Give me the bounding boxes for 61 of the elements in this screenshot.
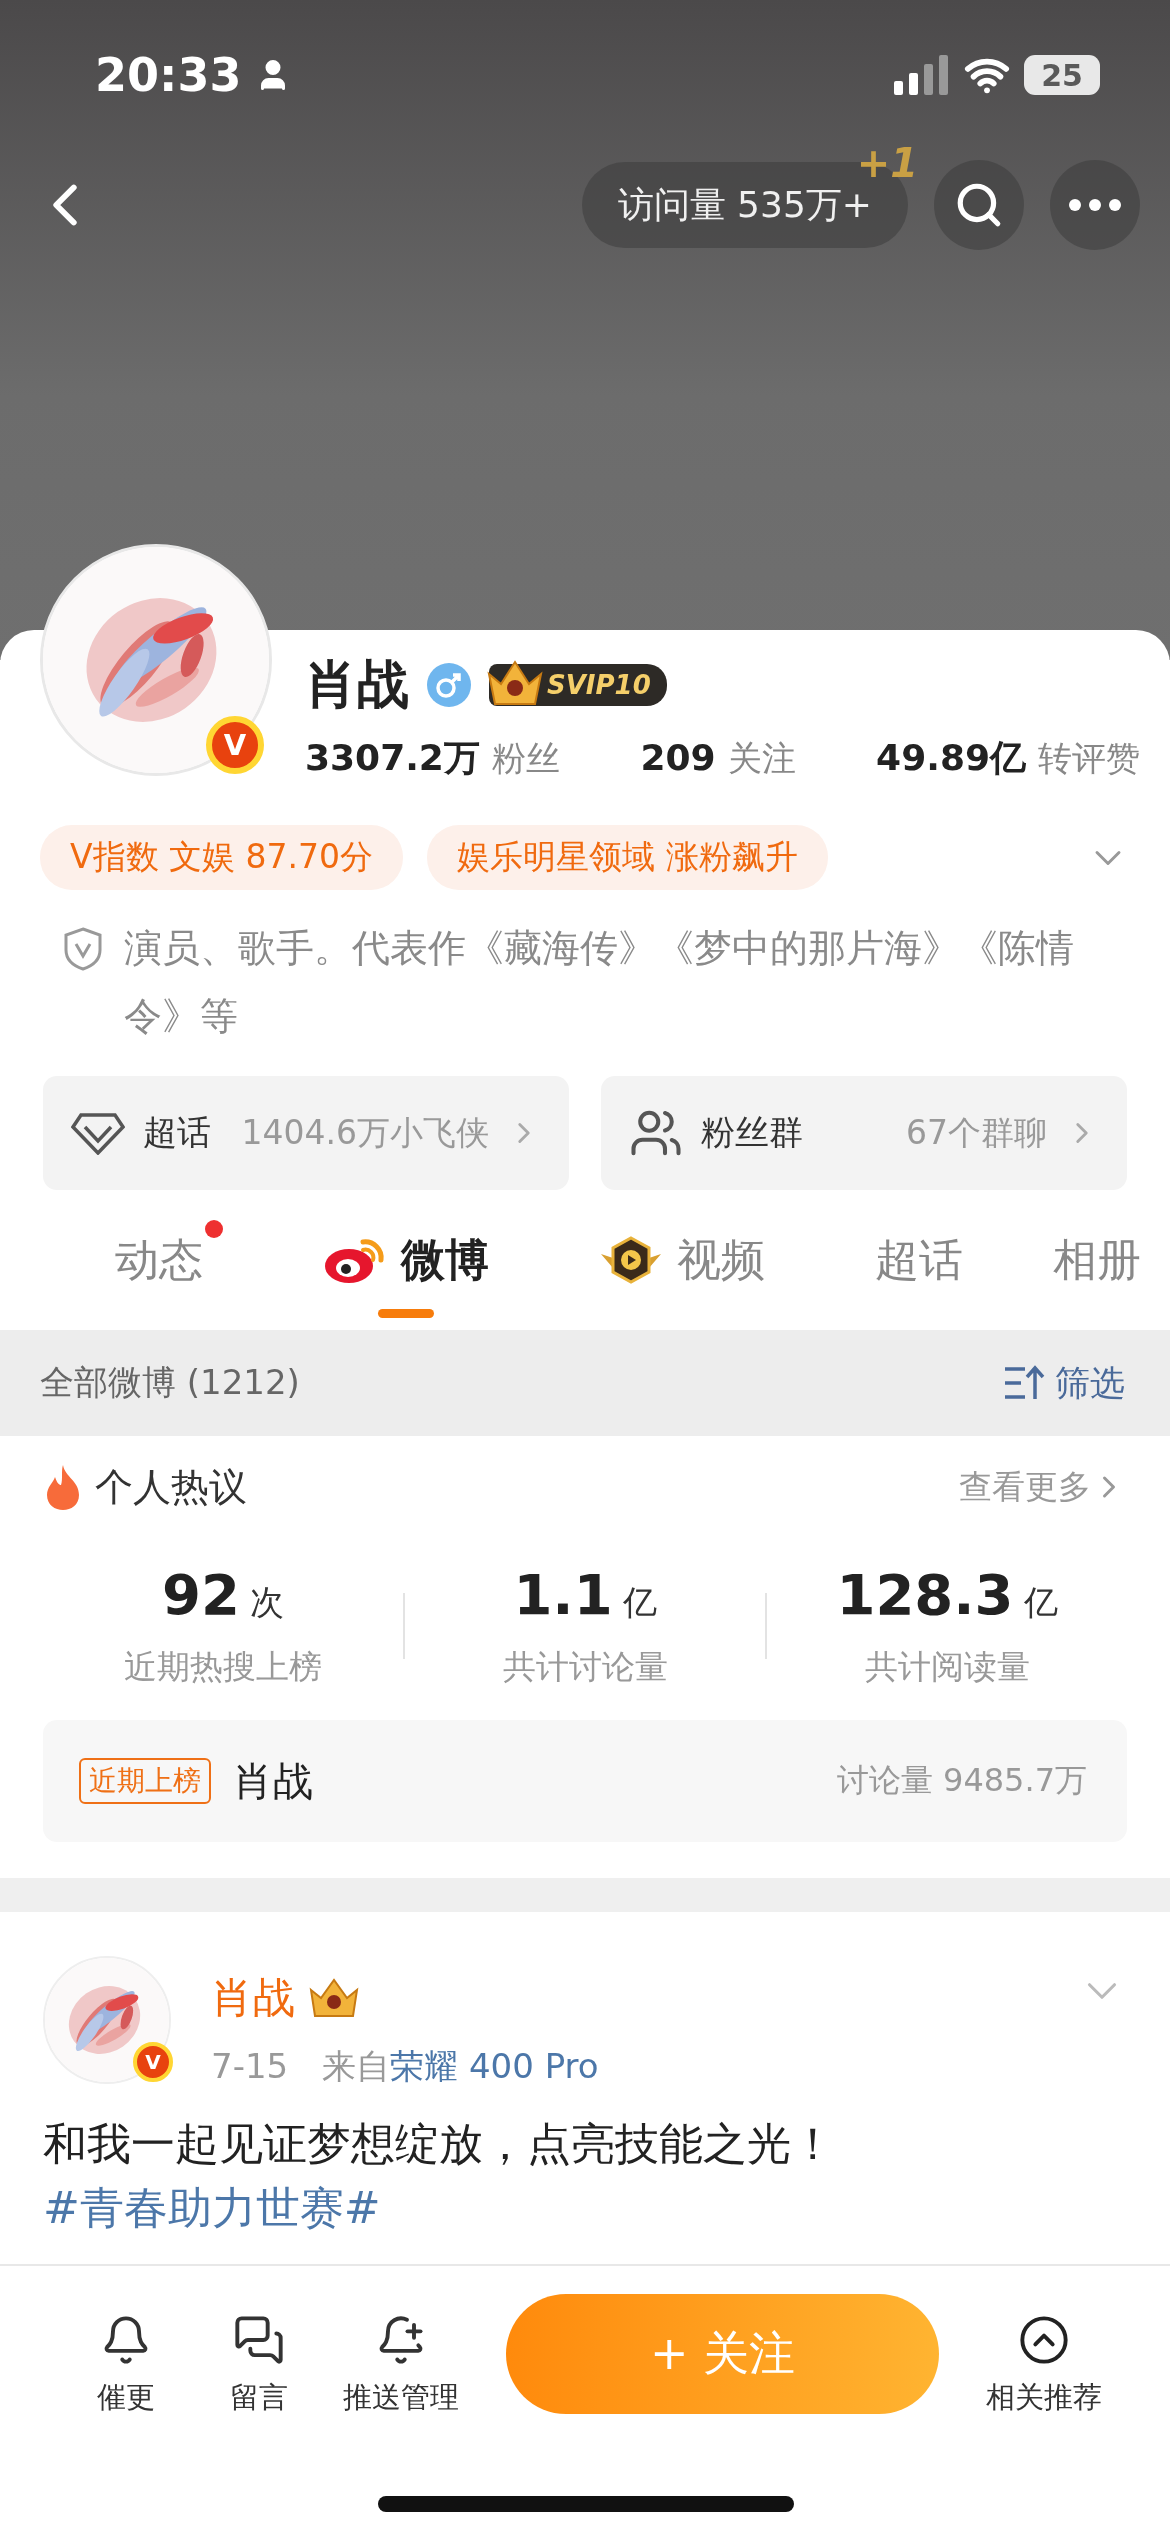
profile-tab[interactable]: 相册 <box>1053 1190 1141 1330</box>
trending-topic: 肖战 <box>233 1756 313 1806</box>
toolbar-action[interactable]: 留言 <box>192 2294 325 2418</box>
discussion-count: 讨论量 9485.7万 <box>836 1760 1087 1801</box>
post-text: 和我一起见证梦想绽放，点亮技能之光！ #青春助力世赛# <box>43 2117 836 2235</box>
profile-tag[interactable]: V指数 文娱 87.70分 <box>40 825 404 890</box>
stat-value: 49.89亿 <box>876 737 1026 778</box>
card-title: 超话 <box>143 1111 211 1154</box>
recommend-action[interactable]: 相关推荐 <box>968 2294 1120 2418</box>
battery-indicator: 25 <box>1024 55 1100 95</box>
profile-tab[interactable]: 视频 <box>599 1190 765 1330</box>
status-time: 20:33 <box>95 48 242 102</box>
card-detail: 67个群聊 <box>906 1111 1047 1154</box>
stat-label: 关注 <box>727 738 796 778</box>
stat-label: 共计讨论量 <box>502 1646 668 1688</box>
verified-badge: V <box>133 2042 173 2082</box>
stat-label: 粉丝 <box>491 738 560 778</box>
see-more-link[interactable]: 查看更多 <box>959 1464 1127 1510</box>
fan-group-card[interactable]: 粉丝群 67个群聊 <box>601 1076 1127 1190</box>
stat-label: 转评赞 <box>1038 738 1140 778</box>
stat-number: 128.3 <box>836 1562 1014 1627</box>
bio-text: 演员、歌手。代表作《藏海传》《梦中的那片海》《陈情令》等 <box>124 925 1075 1040</box>
shield-icon <box>62 926 104 972</box>
section-title: 个人热议 <box>95 1463 247 1511</box>
card-detail: 1404.6万小飞侠 <box>241 1111 489 1154</box>
card-title: 粉丝群 <box>701 1111 803 1154</box>
chat-icon <box>232 2314 285 2366</box>
toolbar-action[interactable]: 催更 <box>60 2294 193 2418</box>
stat-label: 共计阅读量 <box>864 1646 1030 1688</box>
stat-unit: 亿 <box>1023 1582 1058 1622</box>
stat-number: 1.1 <box>513 1562 613 1627</box>
stat-value: 209 <box>640 737 716 778</box>
chevron-up-circle-icon <box>1018 2314 1071 2366</box>
hashtag-link[interactable]: #青春助力世赛# <box>43 2182 381 2233</box>
stat-label: 近期热搜上榜 <box>124 1646 322 1688</box>
post-author: 肖战 <box>211 1972 295 2024</box>
verified-badge: V <box>206 716 264 774</box>
stat-unit: 亿 <box>622 1582 657 1622</box>
video-badge-icon <box>599 1234 663 1286</box>
profile-name: 肖战 <box>305 653 409 716</box>
stat-number: 92 <box>162 1562 240 1627</box>
male-icon <box>427 663 471 707</box>
source-link[interactable]: 荣耀 400 Pro <box>390 2046 599 2086</box>
signal-icon <box>894 55 950 95</box>
recent-badge: 近期上榜 <box>79 1758 211 1804</box>
crown-icon <box>307 1976 361 2020</box>
active-tab-indicator <box>378 1309 434 1318</box>
super-topic-card[interactable]: 超话 1404.6万小飞侠 <box>43 1076 569 1190</box>
stat-unit: 次 <box>249 1582 284 1622</box>
stat-value: 3307.2万 <box>305 737 480 778</box>
post-meta: 7-15 来自荣耀 400 Pro <box>211 2045 599 2088</box>
profile-tab[interactable]: 动态 <box>115 1190 203 1330</box>
more-icon <box>1068 198 1122 212</box>
toolbar-action[interactable]: 推送管理 <box>324 2294 477 2418</box>
filter-button[interactable]: 筛选 <box>1003 1359 1125 1407</box>
trending-entry[interactable]: 近期上榜 肖战 讨论量 9485.7万 <box>43 1720 1127 1842</box>
profile-tab[interactable]: 微博 <box>323 1190 489 1330</box>
post-count-label: 全部微博 (1212) <box>40 1361 300 1404</box>
profile-tab[interactable]: 超话 <box>875 1190 963 1330</box>
profile-tag[interactable]: 娱乐明星领域 涨粉飙升 <box>427 825 828 890</box>
diamond-icon <box>71 1111 125 1155</box>
